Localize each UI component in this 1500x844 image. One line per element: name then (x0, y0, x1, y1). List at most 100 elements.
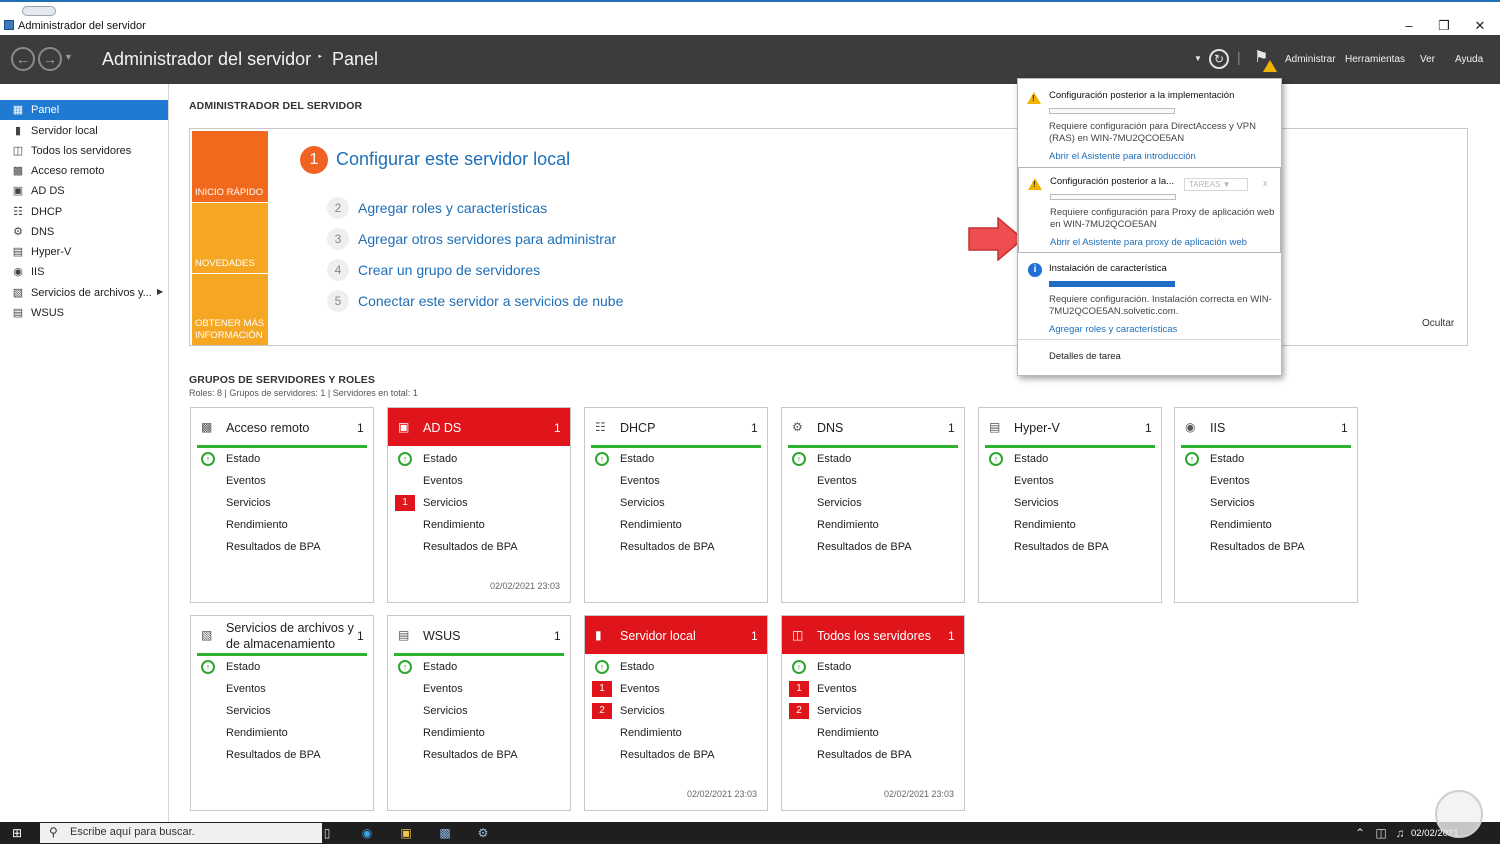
tile-servidor-local[interactable]: ▮ Servidor local 1 ↑ Estado 1 Eventos 2 … (584, 615, 768, 811)
tile-row-servicios[interactable]: Servicios (1210, 497, 1255, 509)
menu-administrar[interactable]: Administrar (1285, 54, 1336, 65)
tile-row-bpa[interactable]: Resultados de BPA (620, 749, 715, 761)
open-intro-wizard-link[interactable]: Abrir el Asistente para introducción (1049, 151, 1196, 162)
tile-row-eventos[interactable]: Eventos (226, 475, 266, 487)
tile-row-bpa[interactable]: Resultados de BPA (423, 541, 518, 553)
tile-iis[interactable]: ◉ IIS 1 ↑ Estado Eventos Servicios Rendi… (1174, 407, 1358, 603)
tile-row-bpa[interactable]: Resultados de BPA (226, 541, 321, 553)
tile-header[interactable]: ▧ Servicios de archivos y de almacenamie… (191, 616, 373, 654)
alert-count-badge[interactable]: 1 (789, 681, 809, 697)
tile-row-estado[interactable]: Estado (620, 453, 654, 465)
alert-count-badge[interactable]: 1 (395, 495, 415, 511)
create-group-link[interactable]: Crear un grupo de servidores (358, 262, 540, 278)
restore-icon[interactable]: ❐ (1424, 16, 1464, 36)
tile-row-eventos[interactable]: Eventos (226, 683, 266, 695)
edge-browser-icon[interactable]: ◉ (359, 825, 375, 841)
nav-item-acceso-remoto[interactable]: ▩ Acceso remoto (0, 161, 168, 181)
menu-ayuda[interactable]: Ayuda (1455, 54, 1483, 65)
tile-row-estado[interactable]: Estado (817, 661, 851, 673)
tile-row-rendimiento[interactable]: Rendimiento (1014, 519, 1076, 531)
back-icon[interactable]: ← (11, 47, 35, 71)
nav-item-dns[interactable]: ⚙ DNS (0, 222, 168, 242)
add-servers-link[interactable]: Agregar otros servidores para administra… (358, 231, 616, 247)
tile-row-bpa[interactable]: Resultados de BPA (620, 541, 715, 553)
connect-cloud-link[interactable]: Conectar este servidor a servicios de nu… (358, 293, 623, 309)
configure-local-server-link[interactable]: Configurar este servidor local (336, 149, 570, 170)
tile-row-estado[interactable]: Estado (620, 661, 654, 673)
volume-icon[interactable]: ♫ (1392, 825, 1408, 841)
tile-row-servicios[interactable]: Servicios (1014, 497, 1059, 509)
tile-dns[interactable]: ⚙ DNS 1 ↑ Estado Eventos Servicios Rendi… (781, 407, 965, 603)
tile-row-eventos[interactable]: Eventos (817, 683, 857, 695)
tile-header[interactable]: ⚙ DNS 1 (782, 408, 964, 446)
tile-row-servicios[interactable]: Servicios (817, 497, 862, 509)
tile-row-estado[interactable]: Estado (226, 661, 260, 673)
refresh-icon[interactable]: ↻ (1209, 49, 1229, 69)
tile-row-eventos[interactable]: Eventos (817, 475, 857, 487)
tile-row-servicios[interactable]: Servicios (226, 705, 271, 717)
nav-item-hyper-v[interactable]: ▤ Hyper-V (0, 242, 168, 262)
breadcrumb-root[interactable]: Administrador del servidor (102, 49, 311, 70)
tile-row-rendimiento[interactable]: Rendimiento (1210, 519, 1272, 531)
settings-taskbar-icon[interactable]: ⚙ (475, 825, 491, 841)
tile-row-eventos[interactable]: Eventos (423, 475, 463, 487)
nav-item-dhcp[interactable]: ☷ DHCP (0, 202, 168, 222)
tile-row-estado[interactable]: Estado (1210, 453, 1244, 465)
task-details-link[interactable]: Detalles de tarea (1049, 351, 1121, 362)
tile-acceso-remoto[interactable]: ▩ Acceso remoto 1 ↑ Estado Eventos Servi… (190, 407, 374, 603)
tile-row-bpa[interactable]: Resultados de BPA (1210, 541, 1305, 553)
task-view-icon[interactable]: ▯ (319, 825, 335, 841)
tasks-dropdown[interactable]: TAREAS ▼ (1184, 178, 1248, 191)
minimize-icon[interactable]: – (1389, 16, 1429, 36)
nav-item-servidor-local[interactable]: ▮ Servidor local (0, 121, 168, 141)
quick-start-tab[interactable]: INICIO RÁPIDO (192, 131, 268, 202)
tile-row-servicios[interactable]: Servicios (226, 497, 271, 509)
tile-row-servicios[interactable]: Servicios (423, 705, 468, 717)
history-dropdown-icon[interactable]: ▼ (64, 52, 73, 62)
tile-header[interactable]: ▤ WSUS 1 (388, 616, 570, 654)
tile-row-rendimiento[interactable]: Rendimiento (620, 727, 682, 739)
tile-row-bpa[interactable]: Resultados de BPA (226, 749, 321, 761)
nav-item-servicios-archivos[interactable]: ▧ Servicios de archivos y... ▶ (0, 283, 168, 303)
tile-row-bpa[interactable]: Resultados de BPA (817, 749, 912, 761)
menu-herramientas[interactable]: Herramientas (1345, 54, 1405, 65)
tile-row-rendimiento[interactable]: Rendimiento (226, 727, 288, 739)
tile-header[interactable]: ▮ Servidor local 1 (585, 616, 767, 654)
expand-arrow-icon[interactable]: ▶ (157, 287, 163, 296)
tile-row-eventos[interactable]: Eventos (620, 475, 660, 487)
server-manager-taskbar-icon[interactable]: ▩ (437, 825, 453, 841)
tile-ad-ds[interactable]: ▣ AD DS 1 ↑ Estado Eventos 1 Servicios R… (387, 407, 571, 603)
tile-header[interactable]: ◉ IIS 1 (1175, 408, 1357, 446)
alert-count-badge[interactable]: 2 (789, 703, 809, 719)
tile-row-rendimiento[interactable]: Rendimiento (620, 519, 682, 531)
tile-row-eventos[interactable]: Eventos (620, 683, 660, 695)
close-icon[interactable]: ✕ (1460, 16, 1500, 36)
tile-row-estado[interactable]: Estado (817, 453, 851, 465)
tile-row-estado[interactable]: Estado (423, 453, 457, 465)
tile-row-estado[interactable]: Estado (1014, 453, 1048, 465)
tile-row-servicios[interactable]: Servicios (620, 705, 665, 717)
alert-count-badge[interactable]: 1 (592, 681, 612, 697)
tile-row-rendimiento[interactable]: Rendimiento (423, 519, 485, 531)
tile-row-rendimiento[interactable]: Rendimiento (226, 519, 288, 531)
dismiss-icon[interactable]: x (1263, 178, 1268, 188)
tile-row-eventos[interactable]: Eventos (1210, 475, 1250, 487)
dropdown-arrow-icon[interactable]: ▼ (1194, 54, 1202, 63)
nav-item-panel[interactable]: ▦ Panel (0, 100, 168, 120)
open-proxy-wizard-link[interactable]: Abrir el Asistente para proxy de aplicac… (1050, 237, 1247, 248)
menu-ver[interactable]: Ver (1420, 54, 1435, 65)
tile-row-bpa[interactable]: Resultados de BPA (1014, 541, 1109, 553)
network-icon[interactable]: ◫ (1373, 825, 1389, 841)
taskbar-search[interactable]: ⚲ Escribe aquí para buscar. (40, 823, 322, 843)
tile-header[interactable]: ☷ DHCP 1 (585, 408, 767, 446)
file-explorer-icon[interactable]: ▣ (398, 825, 414, 841)
nav-item-todos-servidores[interactable]: ◫ Todos los servidores (0, 141, 168, 161)
tile-header[interactable]: ◫ Todos los servidores 1 (782, 616, 964, 654)
tile-wsus[interactable]: ▤ WSUS 1 ↑ Estado Eventos Servicios Rend… (387, 615, 571, 811)
tile-row-servicios[interactable]: Servicios (423, 497, 468, 509)
learn-more-tab[interactable]: OBTENER MÁS INFORMACIÓN (192, 274, 268, 345)
forward-icon[interactable]: → (38, 47, 62, 71)
whats-new-tab[interactable]: NOVEDADES (192, 203, 268, 273)
tile-row-rendimiento[interactable]: Rendimiento (423, 727, 485, 739)
tile-dhcp[interactable]: ☷ DHCP 1 ↑ Estado Eventos Servicios Rend… (584, 407, 768, 603)
